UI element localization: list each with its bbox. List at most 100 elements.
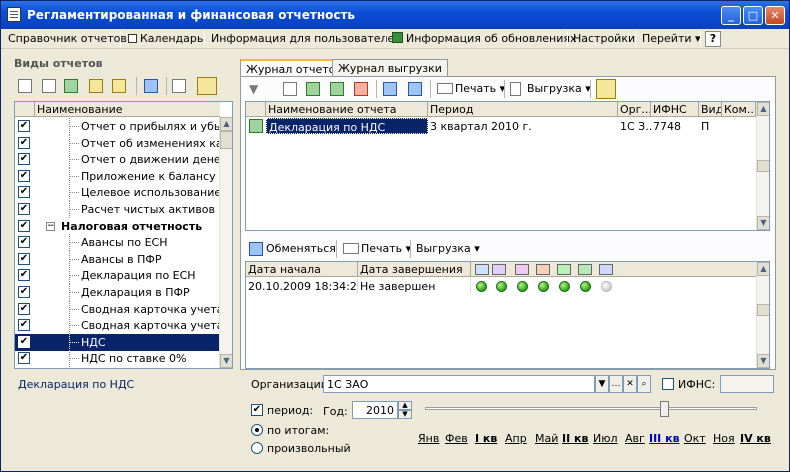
panel-toggle-icon[interactable] xyxy=(596,79,616,99)
cell-org[interactable]: 1С З... xyxy=(618,118,651,134)
delete-icon[interactable] xyxy=(354,82,368,96)
scroll-thumb[interactable] xyxy=(220,131,232,149)
tree-row[interactable]: ✔ Приложение к балансу (... xyxy=(15,167,232,185)
cell-kind[interactable]: П xyxy=(699,118,722,134)
col-kind[interactable]: Вид xyxy=(699,102,722,117)
month-link[interactable]: Апр xyxy=(505,432,527,445)
row-checkbox[interactable]: ✔ xyxy=(18,269,30,282)
quarter-link[interactable]: I кв xyxy=(475,432,497,445)
exchange-button[interactable]: Обменяться xyxy=(266,242,336,255)
period-slider-thumb[interactable] xyxy=(660,401,669,417)
col-org[interactable]: Орг... xyxy=(618,102,651,117)
tree-row[interactable]: ✔ Отчет об изменениях ка... xyxy=(15,134,232,152)
month-link[interactable]: Ноя xyxy=(713,432,735,445)
month-link[interactable]: Окт xyxy=(684,432,706,445)
close-button[interactable]: ✕ xyxy=(765,6,785,25)
row-checkbox[interactable]: ✔ xyxy=(18,302,30,315)
refresh-journal-icon[interactable] xyxy=(383,82,397,96)
month-link[interactable]: Июл xyxy=(593,432,618,445)
org-select-button[interactable]: … xyxy=(609,375,623,393)
exchange-scrollbar[interactable]: ▲ ▼ xyxy=(756,262,769,368)
row-checkbox[interactable]: ✔ xyxy=(18,136,30,149)
table-row[interactable]: 20.10.2009 18:34:28 Не завершен xyxy=(246,278,756,295)
tree-group-row[interactable]: ✔ − Налоговая отчетность xyxy=(15,218,220,235)
org-search-button[interactable]: ⌕ xyxy=(637,375,651,393)
copy-icon[interactable] xyxy=(42,79,56,93)
print-button[interactable]: Печать ▾ xyxy=(455,82,505,95)
tree-row[interactable]: ✔ Сводная карточка учета ... xyxy=(15,317,232,335)
menu-user-info[interactable]: Информация для пользователей xyxy=(211,32,401,45)
scroll-down-button[interactable]: ▼ xyxy=(757,216,769,230)
scroll-thumb[interactable] xyxy=(757,304,769,316)
cell-end-date[interactable]: Не завершен xyxy=(358,278,471,294)
settings-list-icon[interactable] xyxy=(172,79,186,93)
scroll-up-button[interactable]: ▲ xyxy=(757,262,769,276)
tree-row[interactable]: ✔ Целевое использование ... xyxy=(15,184,232,202)
tree-row[interactable]: ✔ Сводная карточка учета ... xyxy=(15,300,232,318)
tree-row[interactable]: ✔ Отчет о движении денеж... xyxy=(15,151,232,169)
tree-row[interactable]: ✔ НДС xyxy=(15,333,220,351)
menu-settings[interactable]: Настройки xyxy=(573,32,635,45)
menu-reports-catalog[interactable]: Справочник отчетов xyxy=(8,32,127,45)
tree-row[interactable]: ✔ Декларация в ПФР xyxy=(15,284,220,301)
cell-start-date[interactable]: 20.10.2009 18:34:28 xyxy=(246,278,358,294)
collapse-icon[interactable]: − xyxy=(46,221,55,231)
month-link[interactable]: Фев xyxy=(445,432,468,445)
open-report-icon[interactable] xyxy=(306,82,320,96)
row-checkbox[interactable]: ✔ xyxy=(18,236,30,249)
tree-row[interactable]: ✔ Отчет о прибылях и убыт... xyxy=(15,118,232,135)
row-checkbox[interactable]: ✔ xyxy=(18,120,30,132)
filter-panel-icon[interactable] xyxy=(197,77,217,95)
custom-radio[interactable] xyxy=(251,442,263,454)
add-group-icon[interactable] xyxy=(112,79,126,93)
edit-icon[interactable] xyxy=(64,79,78,93)
export-button[interactable]: Выгрузка ▾ xyxy=(527,82,591,95)
cell-ifns[interactable]: 7748 xyxy=(651,118,699,134)
scroll-down-button[interactable]: ▼ xyxy=(220,354,232,368)
org-input[interactable]: 1С ЗАО xyxy=(323,375,595,393)
org-clear-button[interactable]: ✕ xyxy=(623,375,637,393)
row-checkbox[interactable]: ✔ xyxy=(18,286,30,298)
quarter-link[interactable]: III кв xyxy=(649,432,680,445)
col-report-name[interactable]: Наименование отчета xyxy=(266,102,428,117)
export-file-icon[interactable] xyxy=(408,82,422,96)
row-checkbox[interactable]: ✔ xyxy=(18,319,30,332)
exchange-print-button[interactable]: Печать ▾ xyxy=(361,242,411,255)
minimize-button[interactable]: _ xyxy=(721,6,741,25)
sort-icon[interactable] xyxy=(330,82,344,96)
title-bar[interactable]: Регламентированная и финансовая отчетнос… xyxy=(1,1,789,29)
row-checkbox[interactable]: ✔ xyxy=(18,335,30,348)
year-up-button[interactable]: ▲ xyxy=(398,401,412,410)
tree-row[interactable]: ✔ Расчет чистых активов xyxy=(15,201,220,218)
year-down-button[interactable]: ▼ xyxy=(398,410,412,419)
month-link[interactable]: Май xyxy=(535,432,558,445)
month-link[interactable]: Авг xyxy=(625,432,645,445)
tab-export-journal[interactable]: Журнал выгрузки xyxy=(332,59,448,77)
exchange-export-button[interactable]: Выгрузка ▾ xyxy=(416,242,480,255)
row-checkbox[interactable]: ✔ xyxy=(18,252,30,265)
month-link[interactable]: Янв xyxy=(418,432,439,445)
cell-report-name[interactable]: Декларация по НДС xyxy=(266,118,428,134)
period-checkbox[interactable]: ✔ xyxy=(251,404,263,416)
col-comment[interactable]: Ком... xyxy=(722,102,756,117)
reports-scrollbar[interactable]: ▲ ▼ xyxy=(756,102,769,230)
tree-row[interactable]: ✔ Декларация по ЕСН xyxy=(15,267,220,285)
tree-row[interactable]: ✔ Авансы в ПФР xyxy=(15,250,220,268)
menu-goto[interactable]: Перейти ▾ xyxy=(642,32,701,45)
period-slider[interactable] xyxy=(425,407,757,410)
cell-comment[interactable] xyxy=(722,118,756,134)
scroll-thumb[interactable] xyxy=(757,160,769,172)
totals-radio[interactable] xyxy=(251,424,263,436)
maximize-button[interactable]: □ xyxy=(743,6,763,25)
col-end-date[interactable]: Дата завершения xyxy=(358,262,471,277)
row-checkbox[interactable]: ✔ xyxy=(18,186,30,199)
new-item-icon[interactable] xyxy=(18,79,32,93)
help-button[interactable]: ? xyxy=(705,31,721,47)
ifns-checkbox[interactable] xyxy=(662,378,674,390)
refresh-icon[interactable] xyxy=(144,79,158,93)
row-checkbox[interactable]: ✔ xyxy=(18,169,30,182)
tree-scrollbar[interactable]: ▲ ▼ xyxy=(219,117,232,368)
menu-updates-info[interactable]: Информация об обновлениях xyxy=(392,32,577,45)
quarter-link[interactable]: IV кв xyxy=(740,432,771,445)
row-checkbox[interactable]: ✔ xyxy=(18,153,30,166)
